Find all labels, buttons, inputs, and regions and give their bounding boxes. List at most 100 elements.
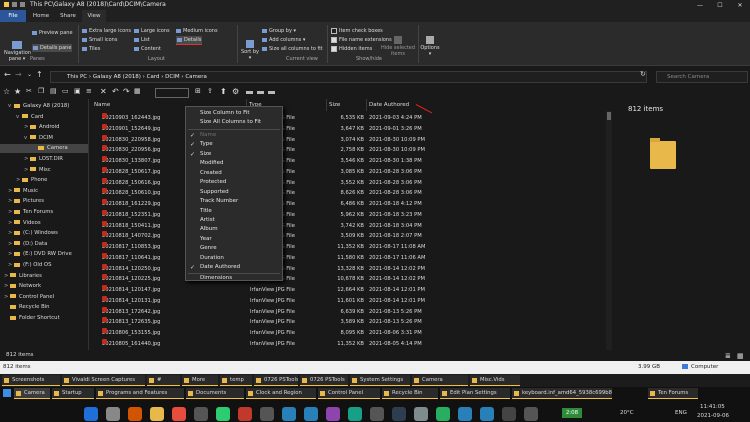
start-icon[interactable] — [3, 389, 11, 397]
nav-item[interactable]: > LOST.DIR — [0, 155, 88, 164]
file-row[interactable]: 20210805_161440.jpg IrfanView JPG File 11,… — [92, 338, 610, 349]
nav-item[interactable]: Folder Shortcut — [0, 314, 88, 323]
dropdown-icon[interactable] — [20, 2, 25, 7]
file-row[interactable]: 20210818_152351.jpgIrfanView JPG File5,9… — [92, 209, 610, 220]
taskbar-window-item[interactable]: Documents — [186, 388, 244, 399]
toolbar-folder-item[interactable]: Misc.Vids — [470, 375, 520, 386]
file-row[interactable]: 20210828_150616.jpgIrfanView JPG File3,5… — [92, 177, 610, 188]
file-row[interactable]: 20210830_220956.jpgIrfanView JPG File2,7… — [92, 145, 610, 155]
app-icon[interactable] — [414, 407, 428, 421]
clock-time[interactable]: 11:41:05 — [700, 404, 725, 410]
app-icon[interactable] — [238, 407, 252, 421]
refresh-icon[interactable]: ↻ — [640, 70, 646, 78]
nav-item[interactable]: > Videos — [0, 219, 88, 228]
gear-icon[interactable]: ⚙ — [232, 87, 239, 96]
toolbar-folder-item[interactable]: System Settings — [350, 375, 410, 386]
clock-date[interactable]: 2021-09-06 — [697, 413, 729, 419]
nav-item[interactable]: > Libraries — [0, 272, 88, 281]
app-icon[interactable] — [480, 407, 494, 421]
filter-icon[interactable]: ⊞ — [195, 87, 201, 95]
file-row[interactable]: 20210818_140702.jpgIrfanView JPG File3,5… — [92, 231, 610, 241]
layout-tiles[interactable]: Tiles — [82, 46, 100, 52]
nav-item[interactable]: > Misc — [0, 166, 88, 175]
file-row[interactable]: 20210817_110853.jpgIrfanView JPG File11,… — [92, 242, 610, 252]
file-row[interactable]: 20210814_120147.jpg IrfanView JPG File 12,… — [92, 285, 610, 295]
scrollbar-thumb[interactable] — [607, 112, 611, 120]
file-row[interactable]: 20210830_220958.jpgIrfanView JPG File3,0… — [92, 134, 610, 145]
add-columns-button[interactable]: Add columns ▾ — [262, 37, 305, 43]
file-row[interactable]: 20210814_120250.jpgIrfanView JPG File13,… — [92, 263, 610, 274]
app-icon[interactable] — [326, 407, 340, 421]
menu-item[interactable]: Supported — [186, 188, 282, 198]
forward-icon[interactable]: → — [15, 70, 22, 79]
app-icon[interactable] — [524, 407, 538, 421]
address-field[interactable]: This PC › Galaxy A8 (2018) › Card › DCIM… — [50, 71, 647, 83]
column-header-size[interactable]: Size — [327, 99, 367, 111]
tab-share[interactable]: Share — [55, 10, 81, 22]
breadcrumb[interactable]: This PC › Galaxy A8 (2018) › Card › DCIM… — [51, 74, 207, 80]
scrollbar[interactable] — [606, 111, 612, 350]
layout-content[interactable]: Content — [134, 46, 161, 52]
file-row[interactable]: 20210901_152649.jpgIrfanView JPG File3,6… — [92, 123, 610, 134]
taskbar-window-item[interactable]: Clock and Region — [246, 388, 316, 399]
weather-temp[interactable]: 20°C — [620, 410, 634, 416]
nav-item[interactable]: > (C:) Windows — [0, 229, 88, 238]
nav-item[interactable]: > Control Panel — [0, 293, 88, 302]
menu-item[interactable]: Size Column to Fit — [186, 109, 282, 119]
large-icons-view-icon[interactable]: ▦ — [737, 352, 744, 360]
menu-item[interactable]: Year — [186, 235, 282, 245]
app-icon[interactable] — [348, 407, 362, 421]
toolbar-folder-item[interactable]: 0726 PSTools — [300, 375, 348, 386]
toolbar-folder-item[interactable]: temp — [220, 375, 252, 386]
menu-item[interactable]: Size All Columns to Fit — [186, 118, 282, 128]
back-icon[interactable]: ← — [4, 70, 11, 79]
app-icon[interactable] — [282, 407, 296, 421]
app-icon[interactable] — [128, 407, 142, 421]
item-check-boxes[interactable]: Item check boxes — [331, 28, 383, 34]
taskbar-window-item[interactable]: Recycle Bin — [382, 388, 438, 399]
file-row[interactable]: 20210806_153155.jpg IrfanView JPG File 8,0… — [92, 328, 610, 338]
size-all-columns-button[interactable]: Size all columns to fit — [262, 46, 323, 52]
layout-details[interactable]: Details — [176, 36, 203, 45]
file-row[interactable]: 20210828_150610.jpgIrfanView JPG File8,6… — [92, 188, 610, 198]
file-row[interactable]: 20210903_162443.jpgIrfanView JPG File6,5… — [92, 113, 610, 123]
new-folder-icon[interactable]: ▣ — [74, 87, 81, 95]
close-button[interactable]: ✕ — [730, 0, 750, 10]
details-pane-button[interactable]: Details pane — [32, 44, 73, 52]
nav-item[interactable]: > Pictures — [0, 197, 88, 206]
file-row[interactable]: 20210817_110641.jpgIrfanView JPG File11,… — [92, 252, 610, 263]
search-input[interactable]: Search Camera — [656, 71, 748, 83]
vivaldi-icon[interactable] — [172, 407, 186, 421]
nav-item[interactable]: v Galaxy A8 (2018) — [0, 102, 88, 111]
delete-icon[interactable]: ✕ — [100, 87, 107, 96]
menu-item[interactable]: Track Number — [186, 197, 282, 207]
search-box-icon[interactable] — [155, 88, 189, 98]
app-icon[interactable] — [392, 407, 406, 421]
quick-access-icon[interactable] — [12, 2, 17, 7]
menu-item[interactable]: Artist — [186, 216, 282, 226]
menu-item[interactable]: ✓ Size — [186, 150, 282, 160]
nav-item[interactable]: > Music — [0, 187, 88, 196]
group-by-button[interactable]: Group by ▾ — [262, 28, 296, 34]
app-icon[interactable] — [436, 407, 450, 421]
file-row[interactable]: 20210813_172635.jpg IrfanView JPG File 3,5… — [92, 317, 610, 327]
cut-icon[interactable]: ✂ — [26, 87, 32, 95]
nav-item[interactable]: v Card — [0, 113, 88, 122]
layout-small-icons[interactable]: Small icons — [82, 37, 117, 43]
sort-by-button[interactable]: Sort by ▾ — [241, 40, 259, 61]
paste-icon[interactable]: ▤ — [50, 87, 57, 95]
hidden-items[interactable]: Hidden items — [331, 46, 372, 52]
menu-item[interactable]: ✓ Type — [186, 140, 282, 150]
language-indicator[interactable]: ENG — [675, 410, 687, 416]
taskbar-window-item[interactable]: Startup — [52, 388, 94, 399]
toolbar-folder-item[interactable]: 0726 PSTools.zip — [254, 375, 298, 386]
app-icon[interactable] — [216, 407, 230, 421]
checkbox[interactable] — [331, 37, 337, 43]
taskbar-window-item[interactable]: Programs and Features — [96, 388, 184, 399]
menu-item[interactable]: Created — [186, 169, 282, 179]
preview-pane-button[interactable]: Preview pane — [32, 30, 73, 36]
checkbox[interactable] — [331, 46, 337, 52]
file-row[interactable]: 20210814_120225.jpgIrfanView JPG File10,… — [92, 274, 610, 284]
file-row[interactable]: 20210818_150411.jpgIrfanView JPG File3,7… — [92, 220, 610, 231]
menu-item[interactable]: Modified — [186, 159, 282, 169]
